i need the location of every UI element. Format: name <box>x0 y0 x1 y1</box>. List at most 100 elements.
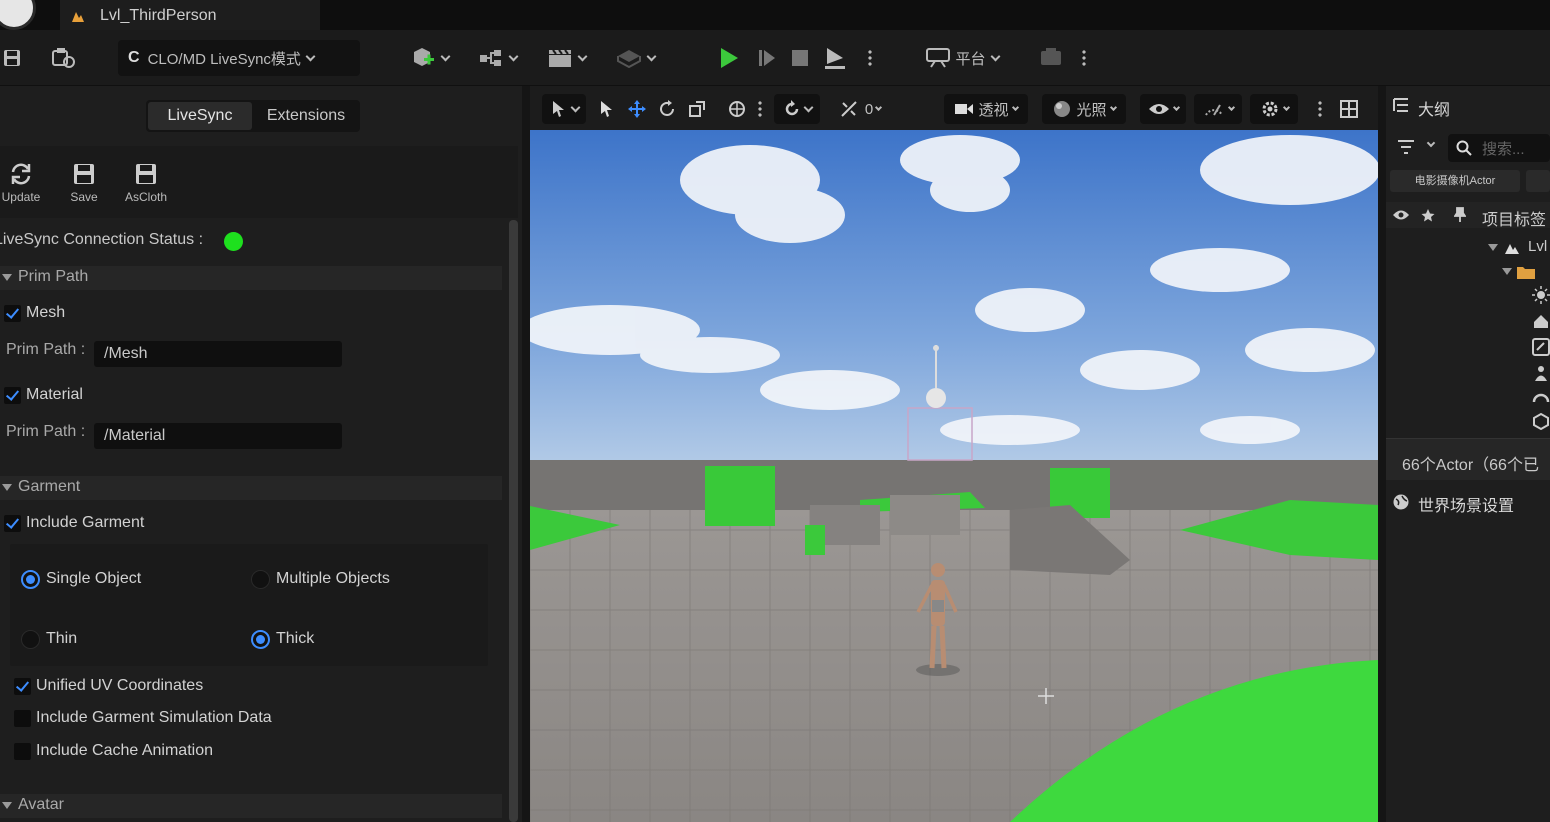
tab-extensions[interactable]: Extensions <box>254 102 358 130</box>
sky-light-icon[interactable] <box>1532 312 1550 330</box>
tree-item-folder[interactable] <box>1500 262 1550 282</box>
platform-label: 平台 <box>955 50 986 68</box>
connection-status-indicator <box>224 232 243 251</box>
single-object-radio[interactable] <box>21 570 40 589</box>
save-label: Save <box>70 190 98 204</box>
content-browser-icon[interactable] <box>48 42 80 74</box>
outliner-search-input[interactable]: 搜索... <box>1448 134 1550 162</box>
multiple-objects-label: Multiple Objects <box>276 570 390 587</box>
camera-icon <box>955 104 974 114</box>
eject-icon[interactable] <box>820 42 850 74</box>
fog-icon[interactable] <box>1532 338 1550 356</box>
level-icon <box>1505 244 1519 254</box>
mesh-checkbox[interactable] <box>4 305 21 322</box>
update-button[interactable]: Update <box>0 156 44 204</box>
thick-radio[interactable] <box>251 630 270 649</box>
panel-scrollbar[interactable] <box>509 220 518 822</box>
filter-chip[interactable]: 电影摄像机Actor <box>1390 170 1520 192</box>
mesh-prim-path-input[interactable]: /Mesh <box>94 341 342 367</box>
atmosphere-icon[interactable] <box>1532 388 1550 406</box>
tree-item-level[interactable]: Lvl <box>1484 238 1550 258</box>
snap-scale-button[interactable]: 0 <box>830 94 890 124</box>
perspective-dropdown[interactable]: 透视 <box>944 94 1028 124</box>
section-garment[interactable]: Garment <box>0 476 502 500</box>
save-all-icon[interactable] <box>0 42 24 74</box>
level-tab-label: Lvl_ThirdPerson <box>100 7 217 24</box>
material-prim-path-input[interactable]: /Material <box>94 423 342 449</box>
modes-button[interactable] <box>612 42 658 74</box>
thin-radio[interactable] <box>21 630 40 649</box>
show-flags-dropdown[interactable] <box>1140 94 1186 124</box>
select-mode-button[interactable] <box>542 94 586 124</box>
step-forward-icon[interactable] <box>752 42 782 74</box>
section-title: Prim Path <box>18 268 89 285</box>
include-garment-checkbox[interactable] <box>4 515 21 532</box>
more-options-icon[interactable] <box>1078 42 1090 74</box>
pin-icon <box>1454 207 1466 222</box>
section-title: Avatar <box>18 796 64 813</box>
mode-dropdown[interactable]: C CLO/MD LiveSync模式 <box>118 40 360 76</box>
stop-icon[interactable] <box>786 42 814 74</box>
blueprint-button[interactable] <box>472 42 522 74</box>
include-garment-label: Include Garment <box>26 514 145 531</box>
cache-animation-checkbox[interactable] <box>14 743 31 760</box>
snap-rotation-button[interactable] <box>774 94 820 124</box>
section-avatar[interactable]: Avatar <box>0 794 502 818</box>
level-viewport[interactable]: 0 透视 光照 <box>530 86 1378 822</box>
world-settings-tab[interactable]: 世界场景设置 <box>1386 490 1550 515</box>
performance-dropdown[interactable] <box>1194 94 1242 124</box>
save-icon <box>134 162 158 186</box>
unreal-logo-icon[interactable] <box>0 0 36 30</box>
world-settings-label: 世界场景设置 <box>1418 498 1515 515</box>
section-prim-path[interactable]: Prim Path <box>0 266 502 290</box>
collapse-arrow-icon <box>2 274 12 281</box>
update-label: Update <box>1 190 41 204</box>
platform-dropdown[interactable]: 平台 <box>918 42 1006 74</box>
connection-status-label: LiveSync Connection Status : <box>0 231 204 248</box>
mesh-prim-path-label: Prim Path : <box>6 341 86 358</box>
material-checkbox[interactable] <box>4 387 21 404</box>
character-icon[interactable] <box>1532 364 1550 382</box>
layout-grid-icon[interactable] <box>1336 94 1362 124</box>
filter-dropdown[interactable] <box>1396 138 1436 160</box>
ascloth-label: AsCloth <box>124 190 168 204</box>
mesh-cube-icon[interactable] <box>1532 412 1550 430</box>
material-prim-path-label: Prim Path : <box>6 423 86 440</box>
scale-tool-icon[interactable] <box>686 94 708 124</box>
unified-uv-checkbox[interactable] <box>14 678 31 695</box>
simulation-data-checkbox[interactable] <box>14 710 31 727</box>
snap-value: 0 <box>864 100 874 118</box>
lighting-dropdown[interactable]: 光照 <box>1042 94 1126 124</box>
livesync-panel: LiveSync Extensions Update Save AsCloth … <box>0 86 522 822</box>
viewport-settings-dropdown[interactable] <box>1250 94 1298 124</box>
add-actor-button[interactable] <box>404 42 454 74</box>
more-options-icon[interactable] <box>864 42 876 74</box>
ascloth-button[interactable]: AsCloth <box>120 156 172 204</box>
settings-toggle-icon[interactable] <box>1036 42 1066 74</box>
livesync-actions: Update Save AsCloth <box>0 146 518 218</box>
refresh-icon <box>9 162 33 186</box>
rotate-tool-icon[interactable] <box>656 94 678 124</box>
light-icon[interactable] <box>1532 286 1550 304</box>
column-label[interactable]: 项目标签 <box>1482 206 1546 230</box>
multiple-objects-radio[interactable] <box>251 570 270 589</box>
save-button[interactable]: Save <box>64 156 104 204</box>
tab-livesync[interactable]: LiveSync <box>148 102 252 130</box>
select-tool-icon[interactable] <box>596 94 618 124</box>
tree-root-label: Lvl <box>1528 238 1548 255</box>
world-space-icon[interactable] <box>726 94 748 124</box>
more-options-icon[interactable] <box>1316 94 1324 124</box>
play-button[interactable] <box>712 42 746 74</box>
translate-tool-icon[interactable] <box>626 94 648 124</box>
outliner-panel: 大纲 搜索... 电影摄像机Actor 项目标签 Lvl 66个Actor（66… <box>1386 86 1550 822</box>
panel-tabs: LiveSync Extensions <box>146 100 360 132</box>
search-icon <box>1456 140 1472 156</box>
filter-chip[interactable] <box>1526 170 1550 192</box>
scene-render[interactable] <box>530 130 1378 822</box>
level-tab[interactable]: Lvl_ThirdPerson <box>60 0 320 30</box>
more-options-icon[interactable] <box>756 94 764 124</box>
search-placeholder: 搜索... <box>1482 141 1525 158</box>
section-title: Garment <box>18 478 81 495</box>
cinematics-button[interactable] <box>542 42 590 74</box>
mode-badge: C <box>128 49 140 66</box>
